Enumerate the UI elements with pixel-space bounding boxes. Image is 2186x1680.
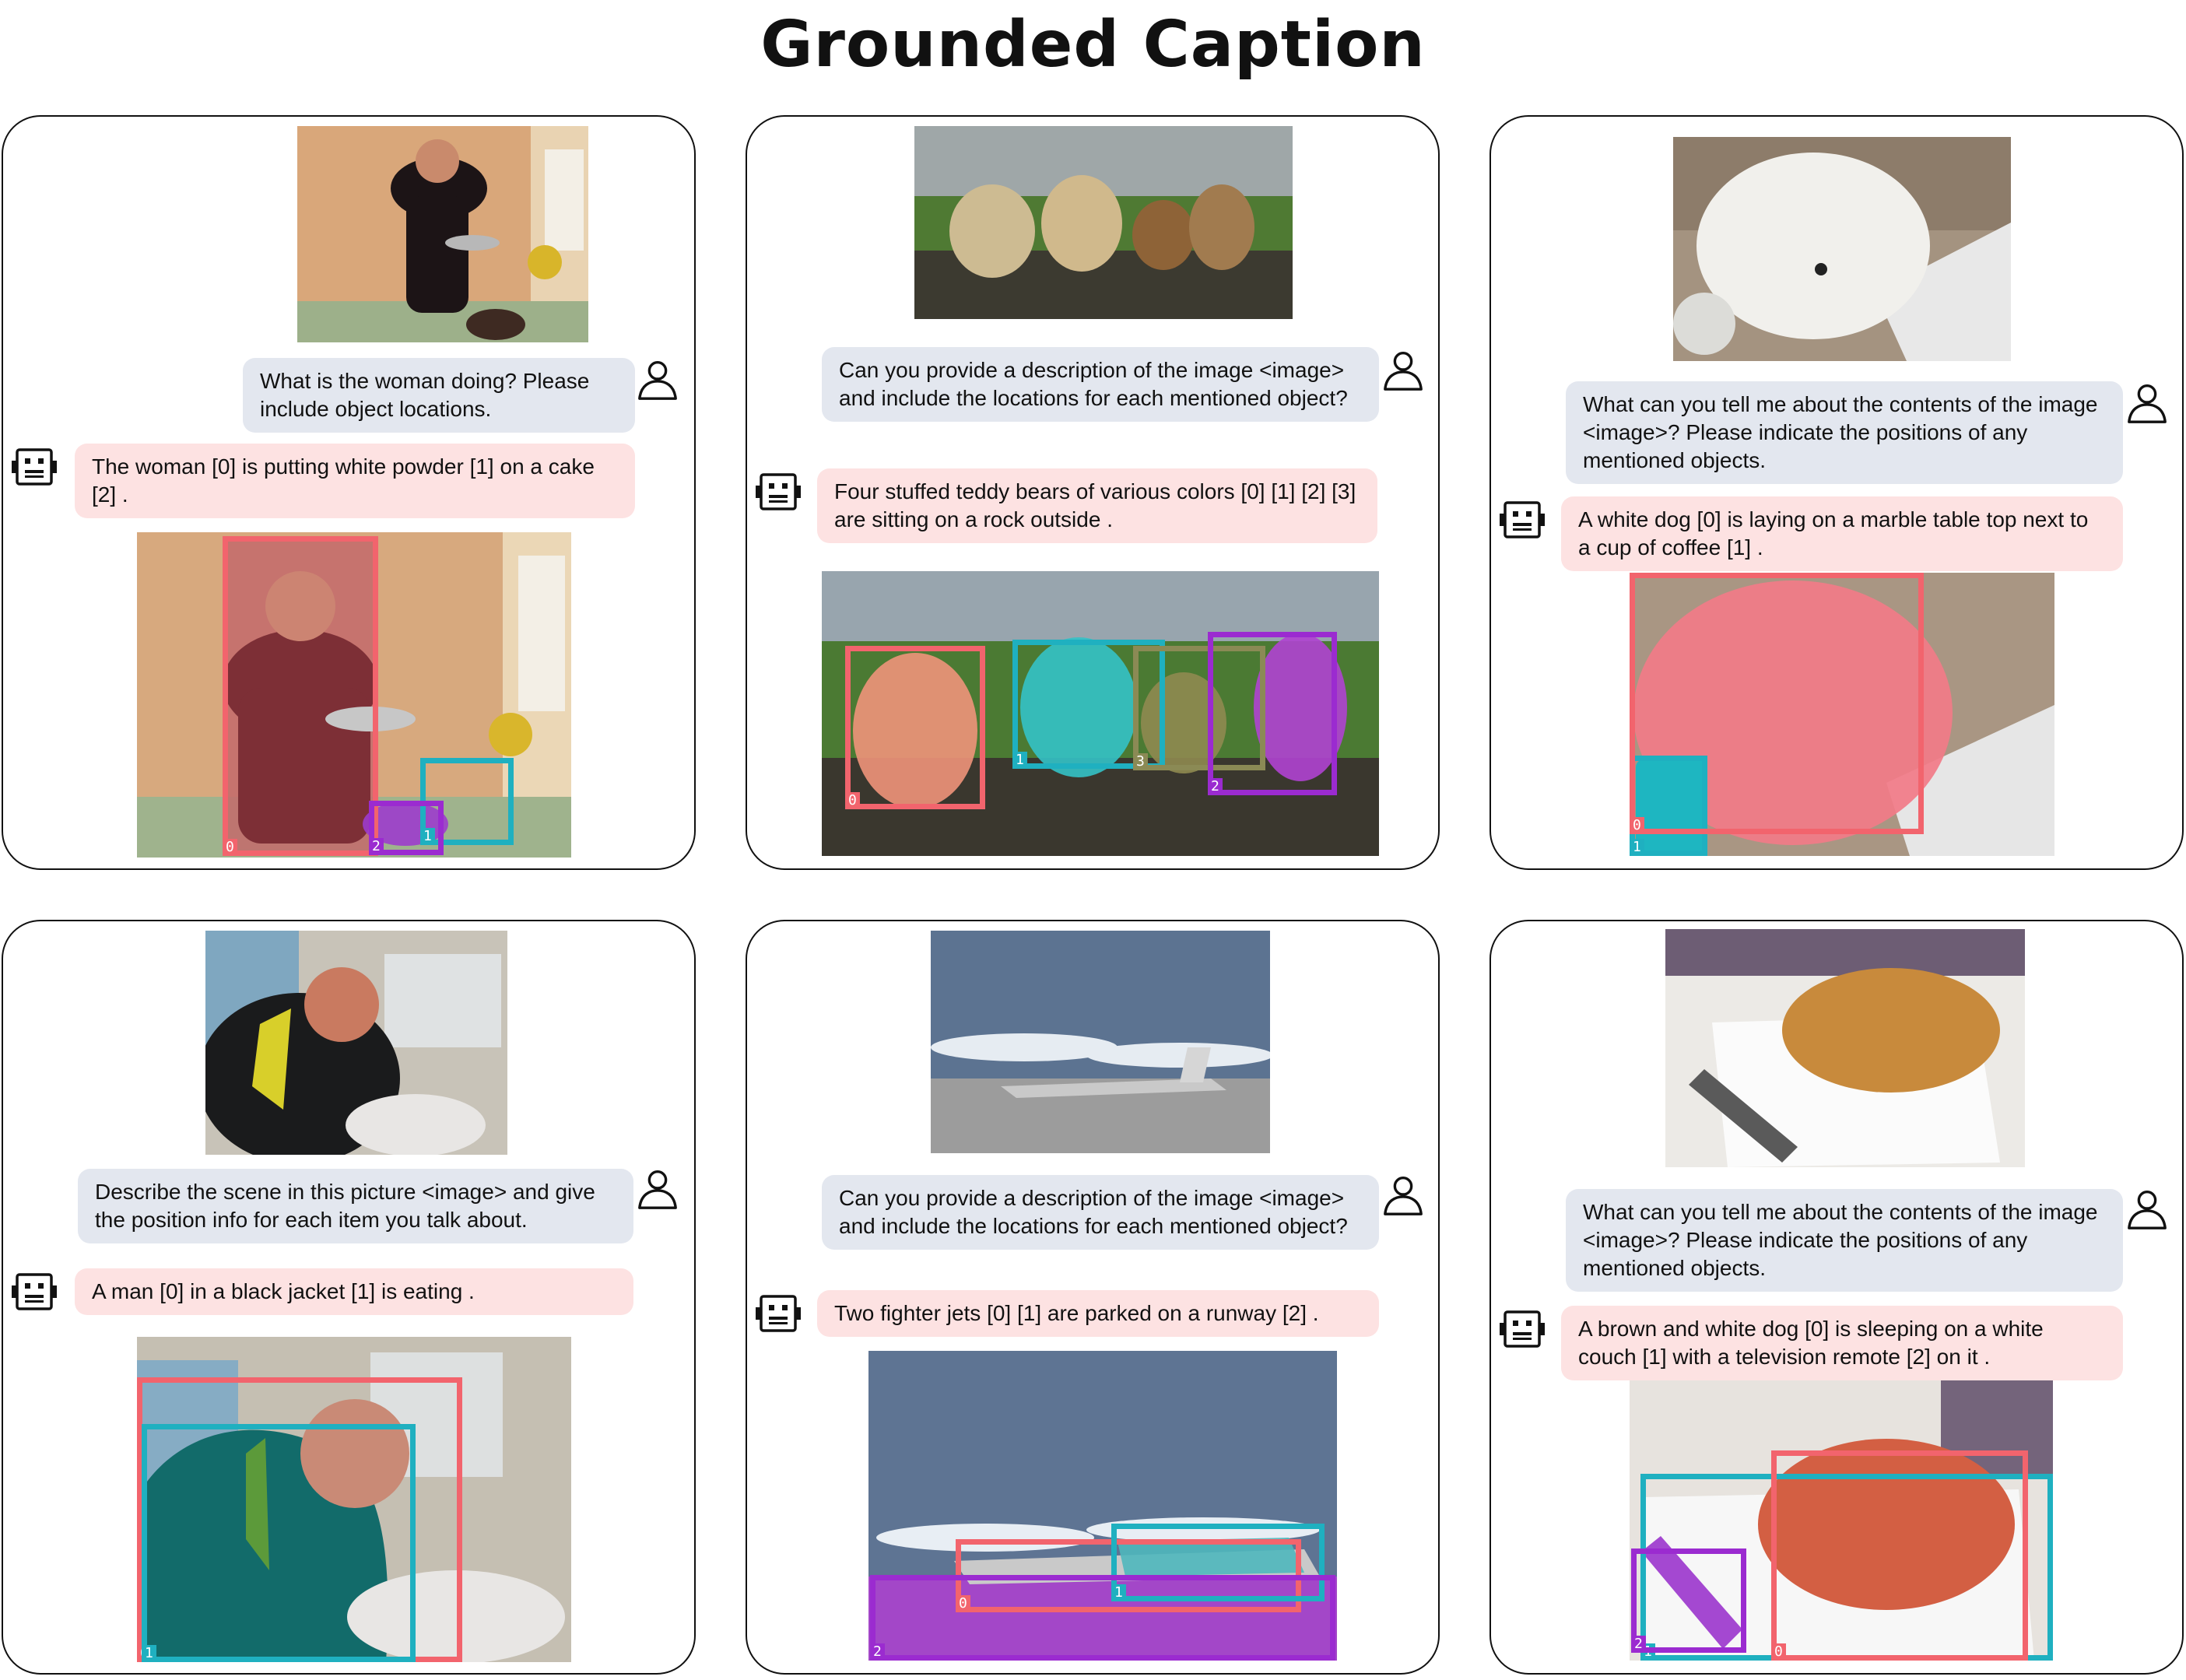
bbox-0: 0 [223, 536, 378, 856]
source-photo [914, 126, 1293, 319]
user-icon [2125, 1186, 2170, 1231]
bbox-2: 2 [369, 801, 444, 855]
grounded-photo: 0 1 2 [868, 1351, 1337, 1661]
source-photo [1673, 137, 2011, 361]
assistant-answer: The woman [0] is putting white powder [1… [75, 444, 635, 518]
robot-icon [753, 468, 803, 515]
source-photo [931, 931, 1270, 1153]
grounded-photo: 0 1 2 [137, 532, 571, 858]
bbox-label: 1 [1012, 752, 1027, 769]
bbox-label: 2 [1208, 778, 1223, 795]
bbox-label: 0 [223, 839, 237, 856]
bbox-label: 2 [369, 838, 384, 855]
bbox-label: 2 [1631, 1636, 1646, 1653]
user-question: What can you tell me about the contents … [1566, 381, 2123, 484]
user-icon [2125, 380, 2170, 425]
bbox-2: 2 [1631, 1548, 1746, 1653]
grounded-photo: 0 1 3 2 [822, 571, 1379, 856]
assistant-answer: Four stuffed teddy bears of various colo… [817, 468, 1377, 543]
user-icon [635, 1166, 680, 1211]
user-question: Can you provide a description of the ima… [822, 1175, 1379, 1250]
bbox-label: 2 [870, 1643, 885, 1661]
user-question: Describe the scene in this picture <imag… [78, 1169, 633, 1243]
assistant-answer: A brown and white dog [0] is sleeping on… [1561, 1306, 2123, 1380]
panel-fighter-jets: Can you provide a description of the ima… [746, 920, 1440, 1675]
source-photo [1665, 929, 2025, 1167]
bbox-0: 0 [1630, 573, 1924, 834]
robot-icon [9, 1268, 59, 1315]
robot-icon [753, 1290, 803, 1337]
robot-icon [1497, 1306, 1547, 1352]
grounded-photo: 0 1 [137, 1337, 571, 1662]
panel-woman-cake: What is the woman doing? Please include … [2, 115, 696, 870]
user-question: What is the woman doing? Please include … [243, 358, 635, 433]
grounded-photo: 1 0 2 [1630, 1380, 2053, 1661]
robot-icon [9, 444, 59, 490]
bbox-2: 2 [870, 1575, 1335, 1661]
assistant-answer: Two fighter jets [0] [1] are parked on a… [817, 1290, 1379, 1337]
figure-title: Grounded Caption [760, 8, 1426, 82]
panel-white-dog: What can you tell me about the contents … [1489, 115, 2184, 870]
panel-teddy-bears: Can you provide a description of the ima… [746, 115, 1440, 870]
source-photo [205, 931, 507, 1155]
user-question: What can you tell me about the contents … [1566, 1189, 2123, 1292]
bbox-label: 0 [1771, 1643, 1786, 1661]
panel-brown-dog: What can you tell me about the contents … [1489, 920, 2184, 1675]
bbox-label: 3 [1133, 753, 1148, 770]
bbox-0: 0 [1771, 1450, 2028, 1661]
bbox-0: 0 [845, 646, 985, 809]
user-icon [635, 356, 680, 402]
assistant-answer: A white dog [0] is laying on a marble ta… [1561, 496, 2123, 571]
bbox-1: 1 [142, 1424, 416, 1662]
user-icon [1381, 347, 1426, 392]
assistant-answer: A man [0] in a black jacket [1] is eatin… [75, 1268, 633, 1315]
robot-icon [1497, 496, 1547, 543]
source-photo [297, 126, 588, 342]
bbox-label: 0 [845, 792, 860, 809]
panel-man-eating: Describe the scene in this picture <imag… [2, 920, 696, 1675]
user-icon [1381, 1172, 1426, 1217]
bbox-2: 2 [1208, 632, 1337, 795]
grounded-photo: 1 0 [1630, 573, 2054, 856]
user-question: Can you provide a description of the ima… [822, 347, 1379, 422]
bbox-label: 1 [142, 1645, 156, 1662]
bbox-label: 0 [1630, 817, 1644, 834]
bbox-label: 1 [1630, 839, 1644, 856]
